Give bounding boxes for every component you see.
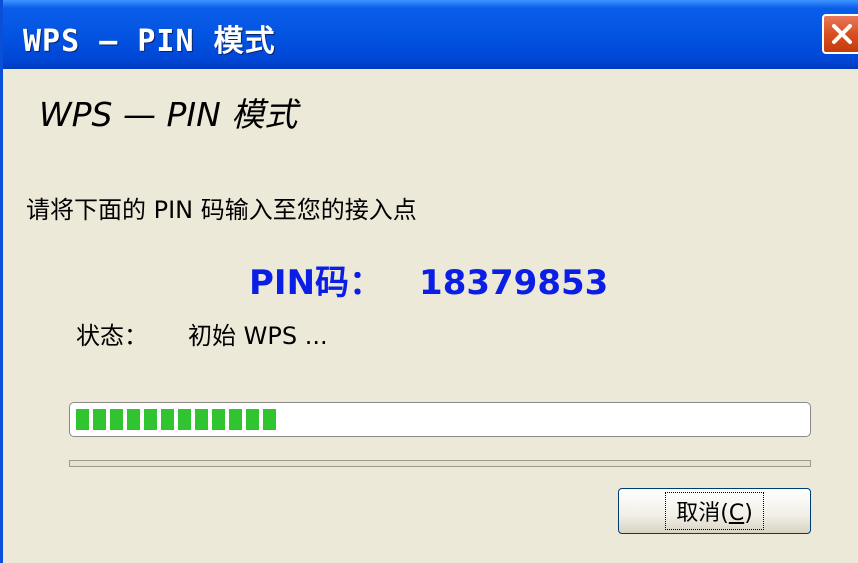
pin-display: PIN码： 18379853 <box>249 255 608 304</box>
window-title: WPS — PIN 模式 <box>23 24 276 59</box>
pin-value: 18379853 <box>419 263 609 303</box>
status-row: 状态： 初始 WPS ... <box>76 316 328 351</box>
cancel-button-label: 取消(C) <box>665 492 764 530</box>
wps-pin-dialog: WPS — PIN 模式 WPS — PIN 模式 请将下面的 PIN 码输入至… <box>0 0 858 563</box>
separator <box>69 460 811 467</box>
title-bar[interactable]: WPS — PIN 模式 <box>3 0 858 69</box>
progress-fill <box>76 409 276 430</box>
pin-label: PIN码： <box>249 263 384 303</box>
status-value: 初始 WPS ... <box>188 322 328 350</box>
close-icon <box>832 24 852 44</box>
cancel-button[interactable]: 取消(C) <box>618 488 811 534</box>
status-label: 状态： <box>76 322 148 350</box>
progress-bar <box>69 402 811 437</box>
instruction-text: 请将下面的 PIN 码输入至您的接入点 <box>26 196 417 224</box>
dialog-heading: WPS — PIN 模式 <box>39 95 298 134</box>
close-button[interactable] <box>822 14 858 54</box>
